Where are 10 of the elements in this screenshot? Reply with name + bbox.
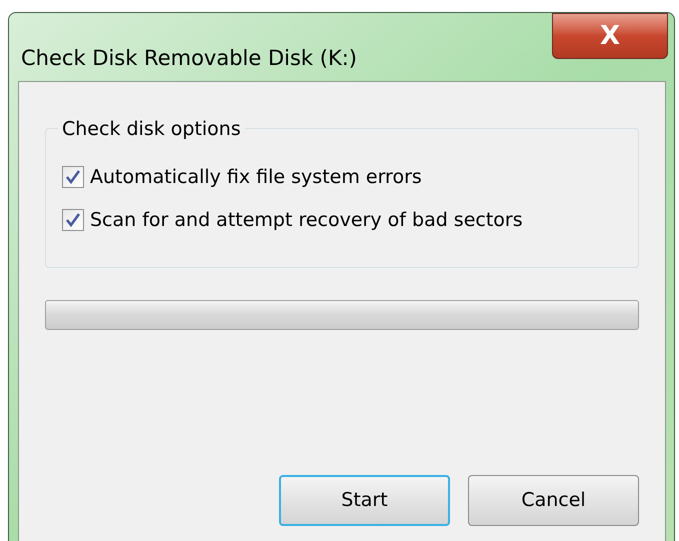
dialog-button[interactable]: Start xyxy=(279,475,450,526)
option-label: Automatically fix file system errors xyxy=(90,165,422,190)
window-title: Check Disk Removable Disk (K:) xyxy=(21,45,357,72)
option-label: Scan for and attempt recovery of bad sectors xyxy=(90,208,523,232)
checkbox[interactable] xyxy=(62,166,84,188)
dialog-button[interactable]: Cancel xyxy=(468,475,639,526)
check-icon xyxy=(65,169,81,186)
check-icon xyxy=(65,212,81,228)
close-button[interactable]: X xyxy=(552,13,668,59)
checkbox[interactable] xyxy=(62,208,84,231)
